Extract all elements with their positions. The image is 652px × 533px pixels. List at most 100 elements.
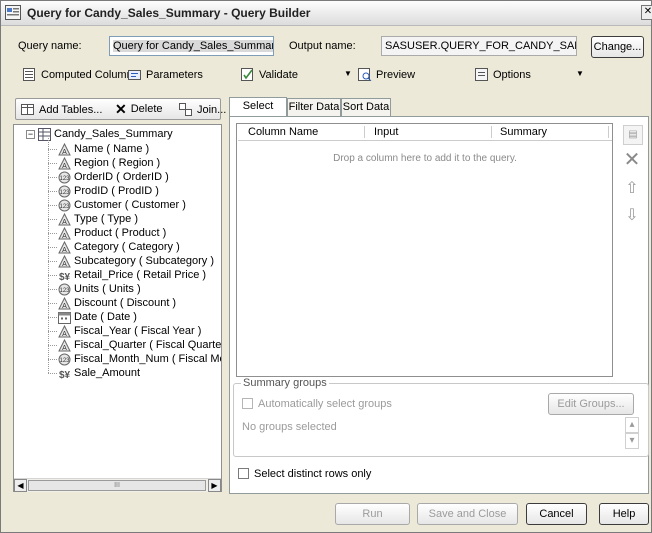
- currency-icon: $¥: [58, 367, 71, 380]
- options-dropdown-arrow-icon[interactable]: ▼: [576, 69, 584, 78]
- tree-column-item[interactable]: A Fiscal_Year ( Fiscal Year ): [58, 324, 201, 338]
- tree-column-item[interactable]: 123 Customer ( Customer ): [58, 198, 186, 212]
- preview-icon: [358, 68, 372, 81]
- tree-root-label: Candy_Sales_Summary: [54, 128, 173, 140]
- tree-horizontal-scrollbar[interactable]: ◀ III ▶: [14, 478, 221, 492]
- auto-select-groups-checkbox[interactable]: [242, 398, 253, 409]
- tree-connector: [48, 191, 57, 192]
- char-icon: A: [58, 156, 71, 170]
- scroll-thumb[interactable]: III: [28, 480, 206, 491]
- tree-column-item[interactable]: A Discount ( Discount ): [58, 296, 176, 310]
- svg-text:123: 123: [59, 204, 70, 210]
- column-name-header[interactable]: Column Name: [248, 126, 318, 138]
- preview-label: Preview: [376, 68, 416, 81]
- run-button[interactable]: Run: [335, 503, 410, 525]
- svg-text:A: A: [62, 247, 67, 254]
- char-icon: A: [58, 226, 71, 240]
- query-name-input[interactable]: Query for Candy_Sales_Summary: [109, 36, 274, 56]
- options-button[interactable]: Options: [475, 68, 531, 81]
- join-button[interactable]: Join...: [179, 103, 226, 116]
- group-down-icon[interactable]: ▾: [625, 433, 639, 449]
- computed-columns-icon: [23, 68, 35, 81]
- char-icon: A: [58, 338, 71, 352]
- date-icon: [58, 311, 71, 324]
- tree-column-item[interactable]: $¥ Sale_Amount: [58, 366, 140, 380]
- tree-column-item[interactable]: $¥ Retail_Price ( Retail Price ): [58, 268, 206, 282]
- title-bar: Query for Candy_Sales_Summary - Query Bu…: [1, 1, 652, 26]
- tab-select-data[interactable]: Select Data: [229, 97, 287, 129]
- help-button[interactable]: Help: [599, 503, 649, 525]
- summary-header[interactable]: Summary: [500, 126, 547, 138]
- tree-column-label: OrderID ( OrderID ): [74, 171, 169, 183]
- join-icon: [179, 103, 192, 116]
- tree-connector: [48, 138, 49, 373]
- computed-columns-label: Computed Columns: [41, 68, 139, 81]
- close-button[interactable]: ✕: [641, 5, 652, 20]
- output-name-label: Output name:: [289, 40, 356, 52]
- tree-column-label: Retail_Price ( Retail Price ): [74, 269, 207, 281]
- change-button[interactable]: Change...: [591, 36, 644, 58]
- svg-text:A: A: [62, 149, 67, 156]
- char-icon: A: [58, 296, 71, 310]
- tree-column-label: Date ( Date ): [74, 311, 137, 323]
- svg-text:A: A: [62, 163, 67, 170]
- header-divider: [491, 126, 493, 138]
- scroll-right-icon[interactable]: ▶: [208, 479, 221, 492]
- tree-column-label: ProdID ( ProdID ): [74, 185, 159, 197]
- tree-column-label: Product ( Product ): [74, 227, 167, 239]
- tree-column-item[interactable]: A Fiscal_Quarter ( Fiscal Quarter ): [58, 338, 221, 352]
- svg-text:123: 123: [59, 288, 70, 294]
- tree-connector: [48, 205, 57, 206]
- tree-column-item[interactable]: A Category ( Category ): [58, 240, 180, 254]
- tree-column-item[interactable]: A Name ( Name ): [58, 142, 149, 156]
- tree-connector: [48, 247, 57, 248]
- remove-column-icon[interactable]: ✕: [623, 150, 641, 170]
- tab-filter-data[interactable]: Filter Data: [287, 98, 341, 116]
- numeric-icon: 123: [58, 171, 71, 184]
- delete-button[interactable]: ✕ Delete: [115, 102, 163, 116]
- tree-column-item[interactable]: 123 Fiscal_Month_Num ( Fiscal Month N: [58, 352, 221, 366]
- scroll-left-icon[interactable]: ◀: [14, 479, 27, 492]
- tree-column-label: Region ( Region ): [74, 157, 161, 169]
- distinct-rows-checkbox[interactable]: [238, 468, 249, 479]
- svg-text:$¥: $¥: [59, 370, 71, 380]
- tree-column-item[interactable]: 123 ProdID ( ProdID ): [58, 184, 159, 198]
- tree-column-item[interactable]: A Region ( Region ): [58, 156, 160, 170]
- tree-column-label: Type ( Type ): [74, 213, 138, 225]
- tree-column-item[interactable]: A Type ( Type ): [58, 212, 138, 226]
- tab-sort-data[interactable]: Sort Data: [341, 98, 391, 116]
- tree-column-label: Subcategory ( Subcategory ): [74, 255, 215, 267]
- tree-connector: [48, 219, 57, 220]
- numeric-icon: 123: [58, 199, 71, 212]
- add-tables-button[interactable]: Add Tables...: [21, 103, 102, 116]
- tree-column-item[interactable]: 123 OrderID ( OrderID ): [58, 170, 169, 184]
- tree-column-item[interactable]: 123 Units ( Units ): [58, 282, 141, 296]
- summary-groups-legend: Summary groups: [241, 377, 329, 389]
- validate-button[interactable]: Validate: [241, 68, 298, 81]
- tree-connector: [48, 331, 57, 332]
- edit-groups-button[interactable]: Edit Groups...: [548, 393, 634, 415]
- cancel-button[interactable]: Cancel: [526, 503, 587, 525]
- char-icon: A: [58, 240, 71, 254]
- move-down-icon[interactable]: ⇩: [623, 207, 641, 225]
- save-and-close-button[interactable]: Save and Close: [417, 503, 518, 525]
- add-tables-label: Add Tables...: [39, 103, 103, 116]
- group-up-icon[interactable]: ▴: [625, 417, 639, 433]
- move-up-icon[interactable]: ⇧: [623, 180, 641, 198]
- char-icon: A: [58, 142, 71, 156]
- svg-text:123: 123: [59, 176, 70, 182]
- tree-connector: [48, 177, 57, 178]
- computed-columns-button[interactable]: Computed Columns: [23, 68, 138, 81]
- validate-dropdown-arrow-icon[interactable]: ▼: [344, 69, 352, 78]
- tree-column-label: Fiscal_Year ( Fiscal Year ): [74, 325, 202, 337]
- properties-icon[interactable]: ▤: [623, 125, 643, 145]
- tree-column-item[interactable]: A Product ( Product ): [58, 226, 166, 240]
- tree-column-label: Category ( Category ): [74, 241, 180, 253]
- svg-text:123: 123: [59, 190, 70, 196]
- parameters-button[interactable]: Parameters: [128, 68, 203, 81]
- tree-column-item[interactable]: A Subcategory ( Subcategory ): [58, 254, 214, 268]
- input-header[interactable]: Input: [374, 126, 398, 138]
- collapse-icon[interactable]: −: [26, 129, 35, 139]
- tree-column-item[interactable]: Date ( Date ): [58, 310, 137, 324]
- preview-button[interactable]: Preview: [358, 68, 415, 81]
